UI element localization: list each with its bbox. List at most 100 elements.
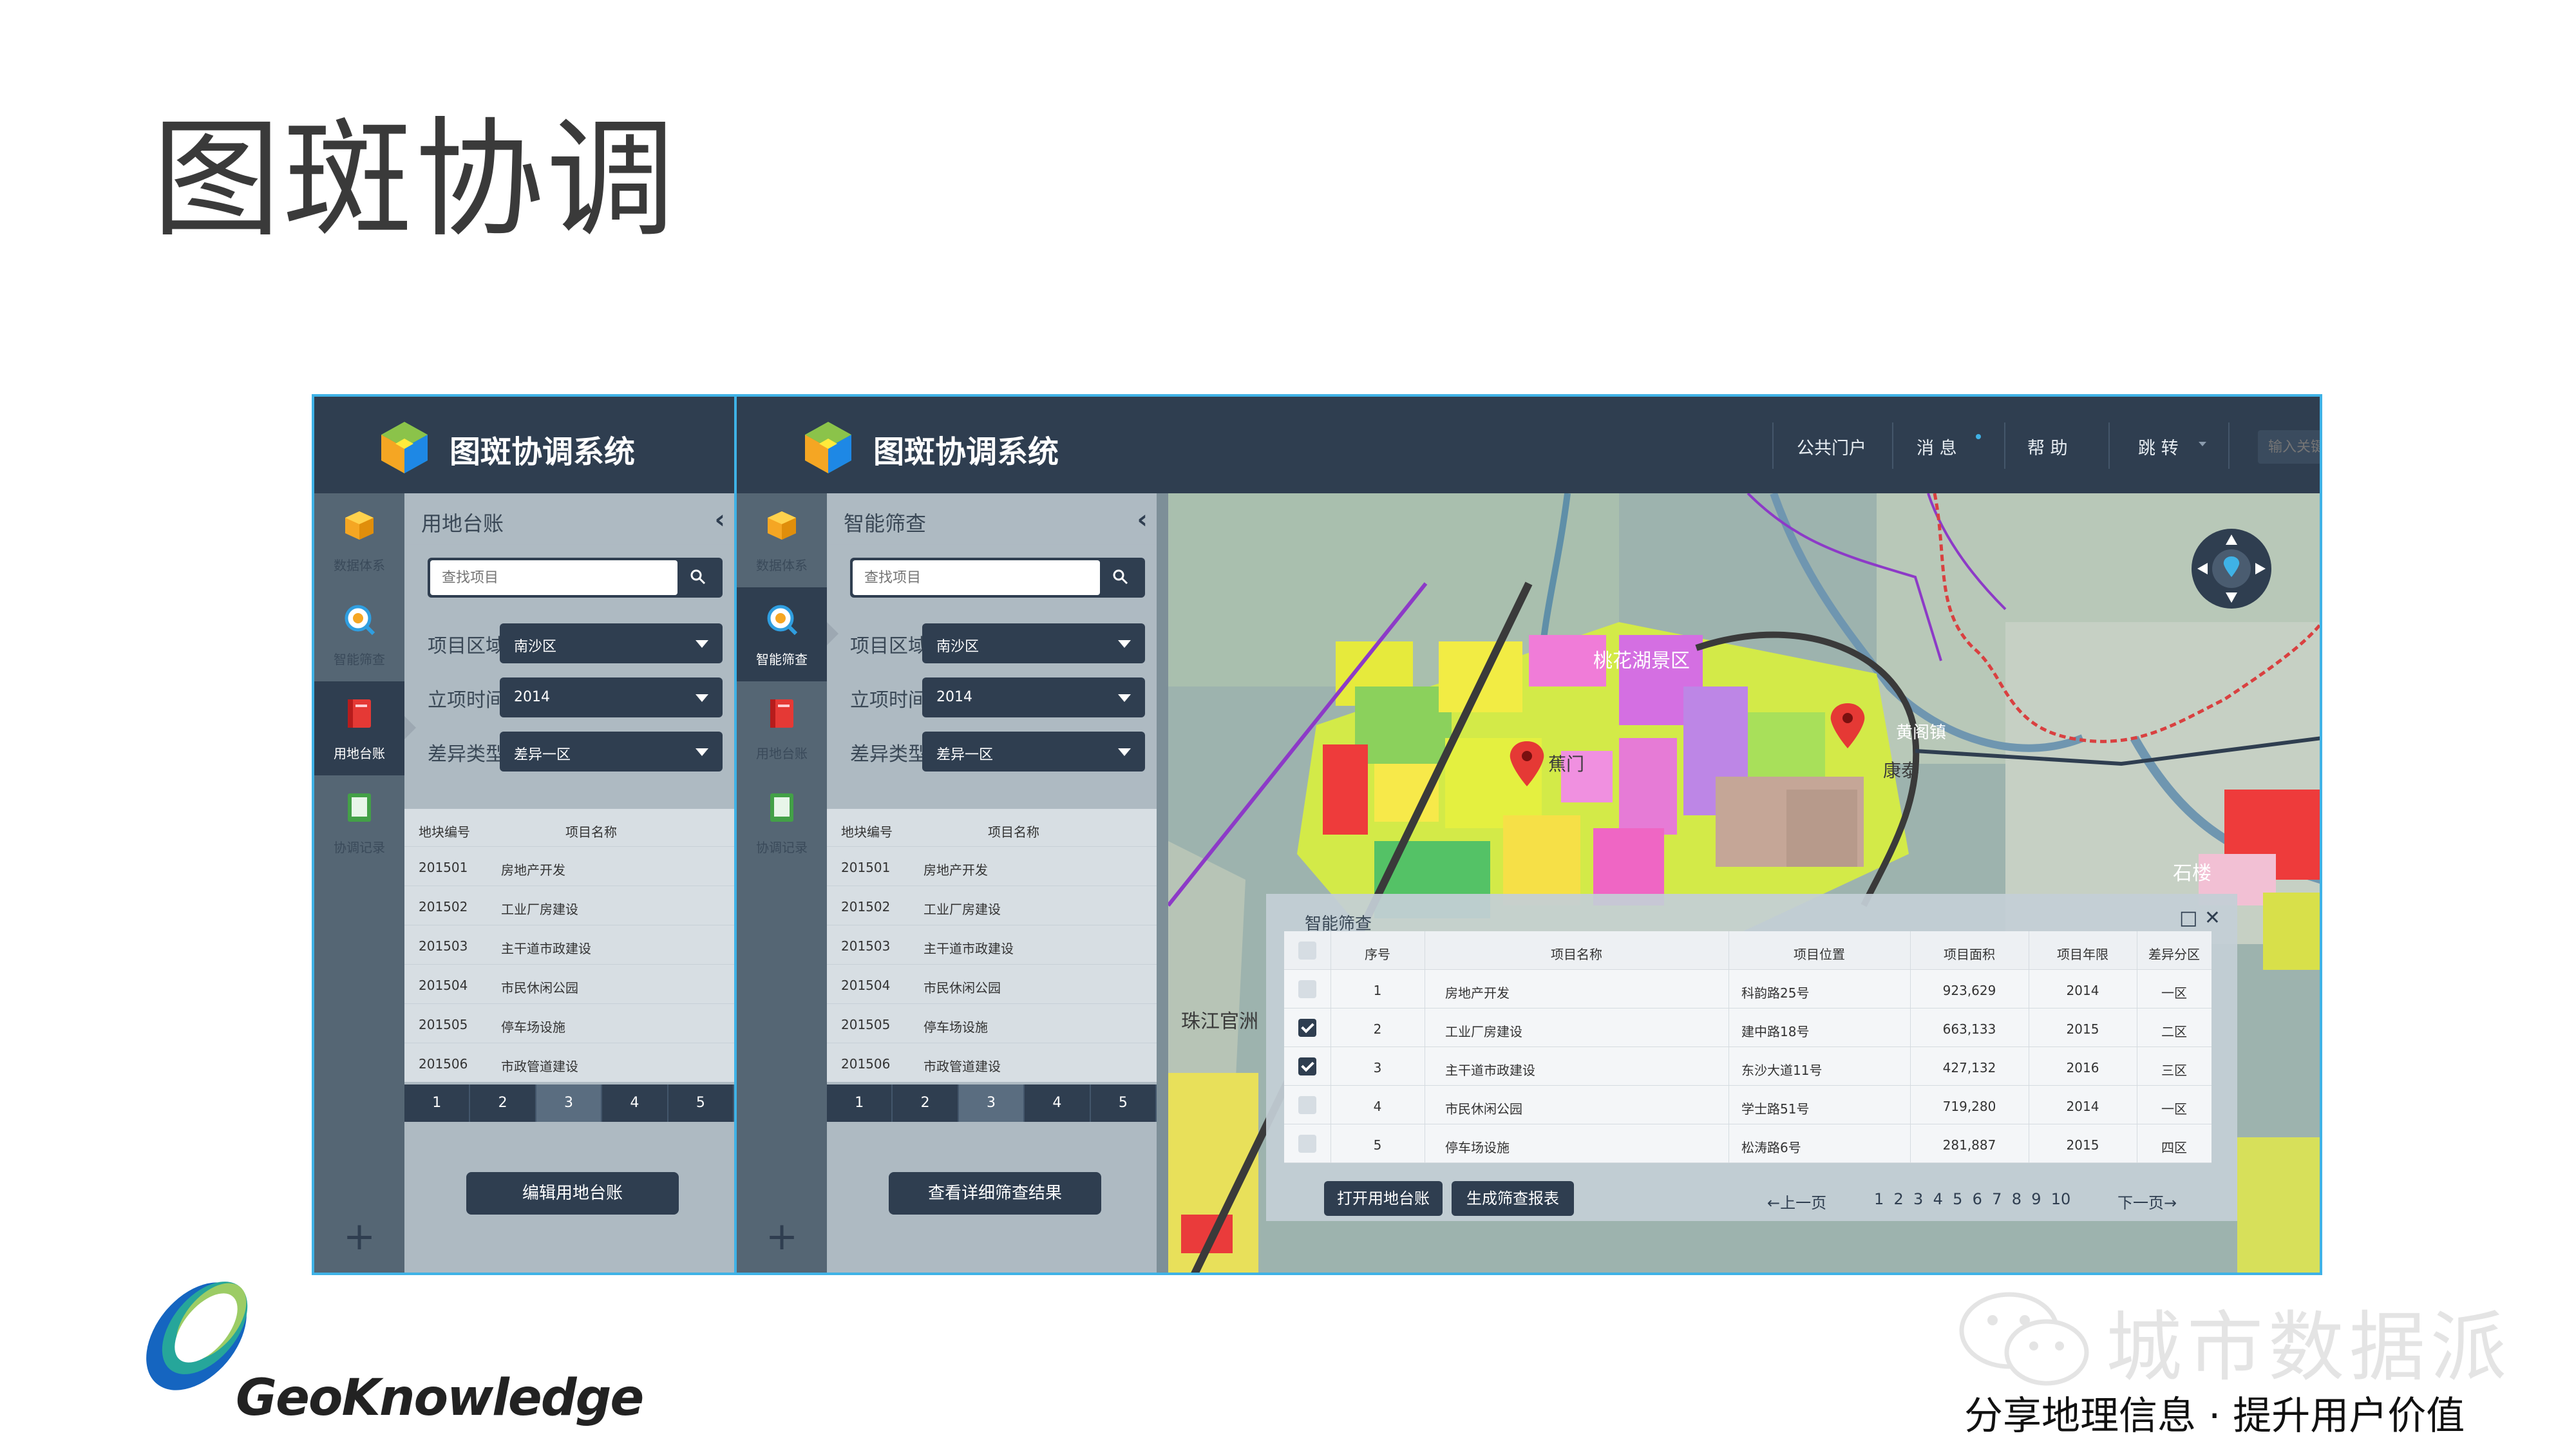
collapse-chevron-icon[interactable]: ‹ xyxy=(1137,505,1148,535)
project-table: 地块编号 项目名称 201501 房地产开发 201502 工业厂房建设 20150… xyxy=(827,809,1157,1082)
app-header-left: 图斑协调系统 xyxy=(314,397,734,493)
dropdown-caret-icon xyxy=(696,640,708,648)
cube-icon xyxy=(345,511,374,540)
table-row[interactable]: 201502 工业厂房建设 xyxy=(404,886,734,925)
region-select[interactable]: 南沙区 xyxy=(922,623,1145,663)
rail-item-land-ledger[interactable]: 用地台账 xyxy=(314,681,416,775)
generate-report-button[interactable]: 生成筛查报表 xyxy=(1452,1181,1574,1216)
table-row[interactable]: 201504 市民休闲公园 xyxy=(827,964,1157,1003)
page-1[interactable]: 1 xyxy=(827,1084,893,1122)
next-page-link[interactable]: 下一页→ xyxy=(2117,1190,2177,1213)
page-3[interactable]: 3 xyxy=(958,1084,1025,1122)
rail-label: 用地台账 xyxy=(334,746,385,761)
watermark-text: 城市数据派 xyxy=(2106,1303,2512,1392)
year-select[interactable]: 2014 xyxy=(922,677,1145,717)
nav-divider xyxy=(1772,422,1774,469)
nav-help[interactable]: 帮 助 xyxy=(2027,434,2068,459)
table-row[interactable]: 4 市民休闲公园 学士路51号 719,280 2014 一区 xyxy=(1284,1086,2211,1124)
slide-title: 图斑协调 xyxy=(152,105,678,255)
page-5[interactable]: 5 xyxy=(1091,1084,1157,1122)
search-icon[interactable] xyxy=(689,568,707,586)
table-row[interactable]: 201506 市政管道建设 xyxy=(404,1043,734,1082)
project-table: 地块编号 项目名称 201501 房地产开发 201502 工业厂房建设 20150… xyxy=(404,809,734,1082)
table-row[interactable]: 3 主干道市政建设 东沙大道11号 427,132 2016 三区 xyxy=(1284,1047,2211,1086)
table-row[interactable]: 5 停车场设施 松涛路6号 281,887 2015 四区 xyxy=(1284,1124,2211,1163)
rail-item-smart-screening[interactable]: 智能筛查 xyxy=(314,587,404,681)
panel-title: 智能筛查 xyxy=(844,511,927,536)
close-icon[interactable]: ✕ xyxy=(2204,907,2221,929)
table-row[interactable]: 201501 房地产开发 xyxy=(404,846,734,886)
region-label: 项目区域 xyxy=(428,635,505,658)
page-5[interactable]: 5 xyxy=(668,1084,735,1122)
panel-header: 智能筛查 ‹ xyxy=(827,493,1157,545)
year-label: 立项时间 xyxy=(428,689,505,712)
add-icon[interactable]: + xyxy=(314,1217,404,1256)
row-checkbox[interactable] xyxy=(1298,980,1316,998)
select-all-checkbox[interactable] xyxy=(1298,942,1316,960)
rail-item-coord-records[interactable]: 协调记录 xyxy=(737,775,827,869)
row-checkbox[interactable] xyxy=(1298,1096,1316,1114)
rail-item-data-system[interactable]: 数据体系 xyxy=(314,493,404,587)
page-numbers[interactable]: 1 2 3 4 5 6 7 8 9 10 xyxy=(1874,1190,2070,1208)
row-checkbox-checked[interactable] xyxy=(1298,1019,1316,1037)
col-index: 序号 xyxy=(1365,947,1390,962)
region-select[interactable]: 南沙区 xyxy=(500,623,723,663)
edit-ledger-button[interactable]: 编辑用地台账 xyxy=(466,1172,679,1215)
diff-type-select[interactable]: 差异一区 xyxy=(500,732,723,772)
table-row[interactable]: 201504 市民休闲公园 xyxy=(404,964,734,1003)
rail-item-coord-records[interactable]: 协调记录 xyxy=(314,775,404,869)
page-2[interactable]: 2 xyxy=(893,1084,959,1122)
table-row[interactable]: 1 房地产开发 科韵路25号 923,629 2014 一区 xyxy=(1284,970,2211,1009)
map-navigation-control-icon[interactable] xyxy=(2190,527,2273,611)
table-row[interactable]: 201505 停车场设施 xyxy=(404,1003,734,1043)
rail-item-data-system[interactable]: 数据体系 xyxy=(737,493,827,587)
nav-jump[interactable]: 跳 转 xyxy=(2138,434,2179,459)
dialog-controls: □ ✕ xyxy=(2179,907,2221,929)
collapse-chevron-icon[interactable]: ‹ xyxy=(715,505,725,535)
rail-item-land-ledger[interactable]: 用地台账 xyxy=(737,681,827,775)
page-3[interactable]: 3 xyxy=(536,1084,603,1122)
add-icon[interactable]: + xyxy=(737,1217,827,1256)
page-4[interactable]: 4 xyxy=(602,1084,668,1122)
table-header: 地块编号 项目名称 xyxy=(827,809,1157,846)
year-select[interactable]: 2014 xyxy=(500,677,723,717)
row-checkbox-checked[interactable] xyxy=(1298,1057,1316,1075)
brand-name: GeoKnowledge xyxy=(236,1369,644,1427)
page-1[interactable]: 1 xyxy=(404,1084,471,1122)
rail-label: 智能筛查 xyxy=(756,652,808,667)
open-ledger-button[interactable]: 打开用地台账 xyxy=(1324,1181,1443,1216)
page-2[interactable]: 2 xyxy=(470,1084,536,1122)
page-4[interactable]: 4 xyxy=(1025,1084,1091,1122)
view-screening-results-button[interactable]: 查看详细筛查结果 xyxy=(889,1172,1101,1215)
maximize-icon[interactable]: □ xyxy=(2179,907,2197,929)
land-ledger-panel: 用地台账 ‹ 项目区域 南沙区 立项时间 2014 差异类型 差异一区 地块编号… xyxy=(404,493,735,1273)
table-row[interactable]: 201501 房地产开发 xyxy=(827,846,1157,886)
dropdown-caret-icon xyxy=(1118,694,1131,702)
results-table: 序号 项目名称 项目位置 项目面积 项目年限 差异分区 1 房地产开发 科韵路2… xyxy=(1284,931,2211,1163)
global-search-input[interactable] xyxy=(2258,430,2320,464)
table-row[interactable]: 201506 市政管道建设 xyxy=(827,1043,1157,1082)
col-project-name: 项目名称 xyxy=(1551,947,1602,962)
dropdown-caret-icon xyxy=(1118,640,1131,648)
screen-divider xyxy=(734,397,737,1273)
notebook-icon xyxy=(348,793,371,822)
map-label: 石楼 xyxy=(2173,862,2211,885)
diff-type-select[interactable]: 差异一区 xyxy=(922,732,1145,772)
table-row[interactable]: 2 工业厂房建设 建中路18号 663,133 2015 二区 xyxy=(1284,1009,2211,1047)
table-row[interactable]: 201505 停车场设施 xyxy=(827,1003,1157,1043)
ledger-book-icon xyxy=(348,699,371,728)
row-checkbox[interactable] xyxy=(1298,1135,1316,1153)
nav-messages[interactable]: 消 息 xyxy=(1917,434,1957,459)
app-logo-icon xyxy=(805,422,851,473)
rail-item-smart-screening[interactable]: 智能筛查 xyxy=(737,587,838,681)
nav-portal[interactable]: 公共门户 xyxy=(1797,434,1866,459)
project-search-input[interactable] xyxy=(853,560,1100,595)
rail-label: 协调记录 xyxy=(756,840,808,855)
project-search-input[interactable] xyxy=(430,560,677,595)
app-header-main: 图斑协调系统 公共门户 消 息 帮 助 跳 转 xyxy=(737,397,2320,493)
table-row[interactable]: 201503 主干道市政建设 xyxy=(827,925,1157,964)
prev-page-link[interactable]: ←上一页 xyxy=(1767,1190,1826,1213)
table-row[interactable]: 201503 主干道市政建设 xyxy=(404,925,734,964)
search-icon[interactable] xyxy=(1112,568,1130,586)
table-row[interactable]: 201502 工业厂房建设 xyxy=(827,886,1157,925)
